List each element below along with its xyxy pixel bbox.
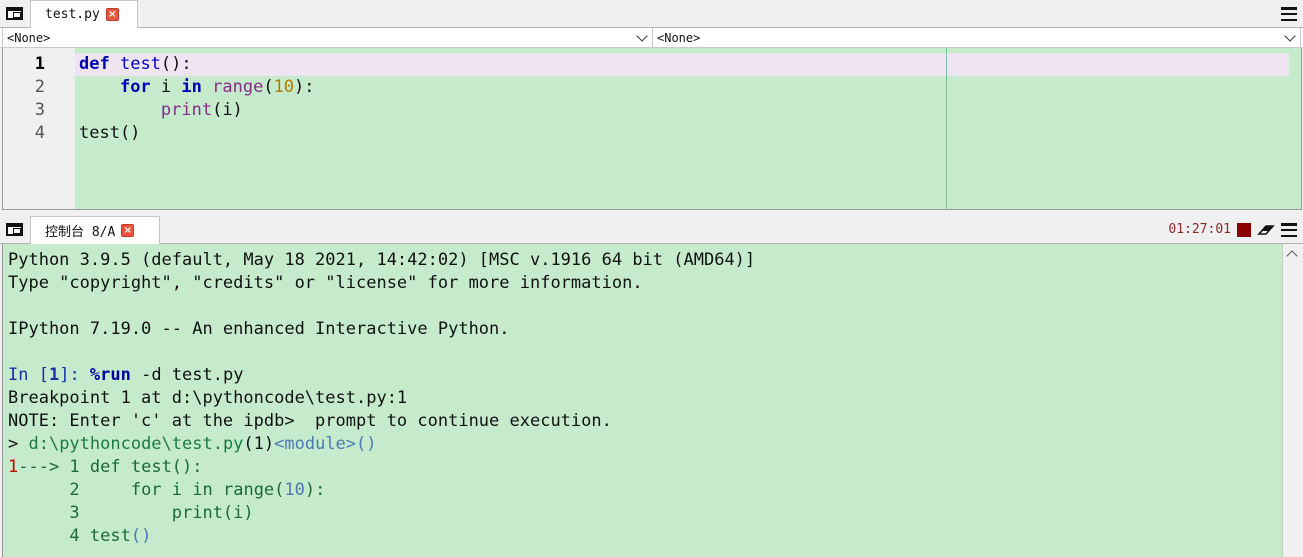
console-line: Breakpoint 1 at d:\pythoncode\test.py:1: [8, 388, 408, 408]
code-editor[interactable]: 1 2 3 4 def test(): for i in range(10): …: [2, 48, 1302, 210]
menu-icon[interactable]: [1281, 7, 1297, 21]
chevron-up-icon[interactable]: [1286, 250, 1298, 262]
line-number-gutter: 1 2 3 4: [3, 48, 75, 209]
edge-line: [946, 48, 947, 209]
tab-console[interactable]: 控制台 8/A ×: [30, 216, 160, 244]
code-line: def test():: [79, 54, 192, 74]
console-trace-line: 4 test(): [8, 526, 152, 546]
chevron-down-icon: [1284, 30, 1296, 42]
editor-tab-bar: test.py ×: [0, 0, 1303, 28]
console-trace-line: 1---> 1 def test():: [8, 457, 203, 477]
ipython-console[interactable]: Python 3.9.5 (default, May 18 2021, 14:4…: [2, 244, 1282, 557]
tab-test-py[interactable]: test.py ×: [30, 0, 138, 28]
function-combo[interactable]: <None>: [653, 28, 1301, 48]
class-combo[interactable]: <None>: [2, 28, 653, 48]
current-line-highlight: [75, 53, 1289, 76]
console-line: Python 3.9.5 (default, May 18 2021, 14:4…: [8, 250, 756, 270]
line-number: 3: [34, 100, 45, 120]
line-number: 1: [34, 54, 45, 74]
eraser-icon[interactable]: [1257, 224, 1275, 236]
outline-combo-row: <None> <None>: [0, 28, 1303, 48]
tab-label: test.py: [45, 7, 100, 22]
class-combo-value: <None>: [7, 31, 51, 45]
close-icon[interactable]: ×: [105, 8, 119, 21]
elapsed-time: 01:27:01: [1168, 222, 1231, 237]
tab-label: 控制台 8/A: [45, 225, 116, 240]
console-scrollbar[interactable]: [1282, 244, 1301, 557]
menu-icon[interactable]: [1281, 223, 1297, 237]
code-line: for i in range(10):: [119, 77, 315, 97]
window-icon[interactable]: [6, 7, 23, 20]
console-line: Type "copyright", "credits" or "license"…: [8, 273, 643, 293]
line-number: 2: [34, 77, 45, 97]
console-tab-bar: 控制台 8/A × 01:27:01: [0, 216, 1303, 244]
console-input-line: In [1]: %run -d test.py: [8, 365, 244, 385]
close-icon[interactable]: ×: [121, 224, 135, 237]
code-line: test(): [79, 123, 141, 143]
window-icon[interactable]: [6, 223, 23, 236]
console-trace-line: 3 print(i): [8, 503, 254, 523]
console-line: NOTE: Enter 'c' at the ipdb> prompt to c…: [8, 411, 612, 431]
stop-icon[interactable]: [1237, 223, 1251, 237]
console-debug-location: > d:\pythoncode\test.py(1)<module>(): [8, 434, 377, 454]
line-number: 4: [34, 123, 45, 143]
chevron-down-icon: [636, 30, 648, 42]
function-combo-value: <None>: [657, 31, 701, 45]
code-line: print(i): [160, 100, 243, 120]
console-trace-line: 2 for i in range(10):: [8, 480, 326, 500]
console-line: IPython 7.19.0 -- An enhanced Interactiv…: [8, 319, 510, 339]
